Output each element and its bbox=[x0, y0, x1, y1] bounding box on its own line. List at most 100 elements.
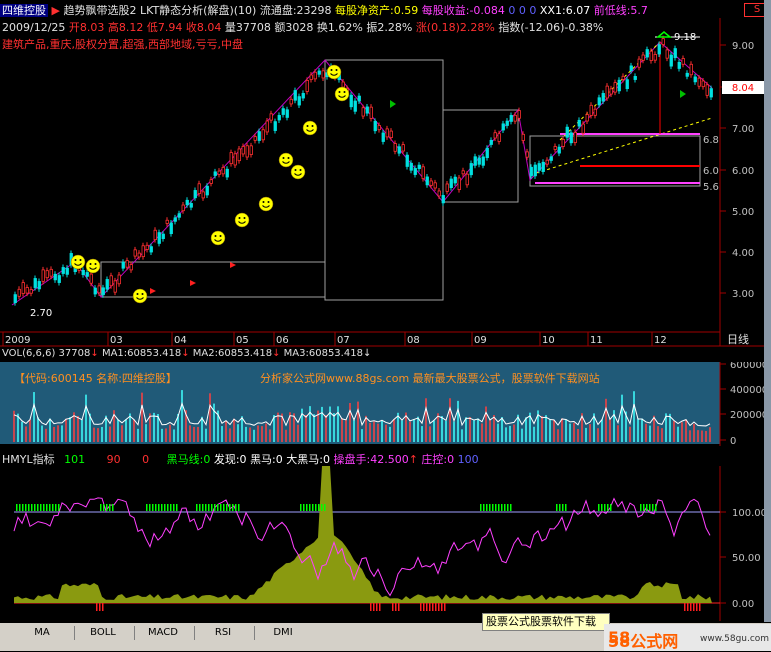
signal-tick bbox=[598, 504, 600, 511]
tab-macd[interactable]: MACD bbox=[134, 626, 191, 640]
volume-ma1: MA1:60853.418 bbox=[101, 348, 182, 359]
watermark-brand: 58公式网 bbox=[608, 632, 679, 651]
candle-body bbox=[33, 278, 37, 288]
candle-body bbox=[281, 108, 285, 115]
candle-body bbox=[149, 246, 153, 253]
tab-rsi[interactable]: RSI bbox=[194, 626, 251, 640]
signal-tick bbox=[498, 504, 500, 511]
candle-body bbox=[613, 82, 617, 93]
candle-body bbox=[517, 110, 521, 119]
signal-tick bbox=[489, 504, 491, 511]
candle-body bbox=[101, 287, 105, 296]
candle-body bbox=[525, 151, 529, 158]
level-3-annotation: 5.6 bbox=[703, 182, 719, 193]
candle-body bbox=[445, 183, 449, 192]
ad-banner[interactable]: 股票公式股票软件下载 bbox=[482, 613, 610, 631]
candle-body bbox=[353, 100, 357, 112]
smiley-icon bbox=[234, 212, 250, 228]
candle-body bbox=[193, 190, 197, 199]
candle-body bbox=[49, 268, 53, 277]
smiley-icon bbox=[290, 164, 306, 180]
indicator-title: HMYL指标 bbox=[2, 453, 55, 466]
candle-body bbox=[693, 76, 697, 83]
candle-body bbox=[565, 126, 569, 138]
signal-tick bbox=[49, 504, 51, 511]
candle-body bbox=[609, 88, 613, 95]
candle-body bbox=[705, 84, 709, 96]
volume-ma2: MA2:60853.418 bbox=[192, 348, 273, 359]
signal-tick bbox=[55, 504, 57, 511]
signal-tick bbox=[170, 504, 172, 511]
candle-body bbox=[29, 289, 33, 294]
candle-body bbox=[473, 156, 477, 166]
candle-body bbox=[469, 163, 473, 176]
right-scrollbar[interactable] bbox=[764, 0, 771, 622]
tab-ma[interactable]: MA bbox=[14, 626, 70, 640]
tab-boll[interactable]: BOLL bbox=[74, 626, 131, 640]
signal-tick bbox=[161, 504, 163, 511]
tab-dmi[interactable]: DMI bbox=[254, 626, 311, 640]
candle-body bbox=[461, 170, 465, 175]
signal-tick bbox=[31, 504, 33, 511]
volume-tick-label: 200000 bbox=[730, 410, 768, 421]
signal-tick bbox=[40, 504, 42, 511]
smiley-icon bbox=[258, 196, 274, 212]
candle-body bbox=[677, 61, 681, 69]
candle-body bbox=[189, 203, 193, 208]
candle-body bbox=[181, 204, 185, 212]
candle-body bbox=[165, 219, 169, 224]
indicator-v3: 0 bbox=[142, 453, 150, 466]
candle-body bbox=[413, 168, 417, 175]
candle-body bbox=[117, 274, 121, 285]
signal-tick bbox=[495, 504, 497, 511]
signal-tick-red bbox=[395, 603, 397, 611]
signal-tick bbox=[112, 504, 114, 511]
candle-body bbox=[257, 131, 261, 141]
candle-body bbox=[485, 147, 489, 159]
price-tick-label: 6.00 bbox=[732, 166, 754, 177]
candle-body bbox=[629, 65, 633, 71]
indicator-chart[interactable]: 100.00 50.00 0.00 bbox=[0, 466, 771, 621]
signal-tick bbox=[646, 504, 648, 511]
candle-body bbox=[205, 185, 209, 196]
indicator-v1: 101 bbox=[64, 453, 86, 466]
candle-body bbox=[689, 63, 693, 76]
candle-body bbox=[433, 182, 437, 189]
signal-tick bbox=[199, 504, 201, 511]
signal-tick bbox=[312, 504, 314, 511]
candle-body bbox=[137, 252, 141, 258]
month-label: 04 bbox=[174, 335, 187, 346]
candle-body bbox=[237, 148, 241, 162]
month-label: 08 bbox=[407, 335, 420, 346]
signal-tick bbox=[649, 504, 651, 511]
signal-tick bbox=[562, 504, 564, 511]
signal-tick bbox=[202, 504, 204, 511]
candle-body bbox=[85, 272, 89, 277]
candle-body bbox=[357, 95, 361, 102]
candle-body bbox=[121, 261, 125, 269]
candle-body bbox=[617, 79, 621, 92]
signal-tick bbox=[480, 504, 482, 511]
candle-body bbox=[665, 49, 669, 59]
indicator-v4: 100 bbox=[457, 453, 479, 466]
promo-text[interactable]: 分析家公式网www.88gs.com 最新最大股票公式，股票软件下载网站 bbox=[260, 370, 600, 386]
candle-body bbox=[521, 133, 525, 141]
price-tick-label: 4.00 bbox=[732, 248, 754, 259]
candle-body bbox=[497, 133, 501, 142]
candle-body bbox=[393, 143, 397, 152]
candle-body bbox=[373, 120, 377, 132]
big-black-horse: 大黑马:0 bbox=[286, 453, 330, 466]
candle-body bbox=[569, 132, 573, 144]
month-label: 05 bbox=[236, 335, 249, 346]
candle-body bbox=[105, 279, 109, 290]
signal-tick bbox=[208, 504, 210, 511]
period-label: 日线 bbox=[727, 332, 749, 346]
candle-body bbox=[697, 77, 701, 87]
signal-tick bbox=[655, 504, 657, 511]
signal-tick bbox=[205, 504, 207, 511]
candle-body bbox=[369, 106, 373, 119]
signal-tick-red bbox=[398, 603, 400, 611]
signal-tick-red bbox=[435, 603, 437, 611]
price-chart[interactable]: 9.008.007.006.005.004.003.00 8.04 9.18 2… bbox=[0, 0, 771, 348]
signal-tick bbox=[559, 504, 561, 511]
